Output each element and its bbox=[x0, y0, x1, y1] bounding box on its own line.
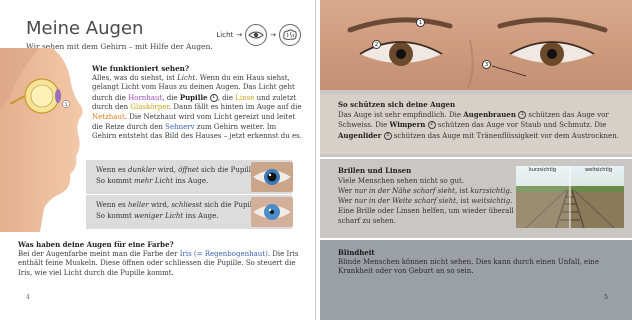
t: schützen das Auge vor Staub und Schmutz.… bbox=[435, 121, 607, 130]
term-wimpern: Wimpern bbox=[389, 120, 426, 130]
t: ins Auge. bbox=[173, 176, 209, 185]
how-paragraph: Alles, was du siehst, ist Licht. Wenn du… bbox=[92, 74, 302, 142]
t: Das Auge ist sehr empfindlich. Die bbox=[338, 110, 464, 119]
term-hornhaut: Hornhaut bbox=[128, 93, 163, 102]
t: , ist bbox=[454, 187, 471, 195]
t: nur in der Nähe scharf sieht bbox=[354, 187, 455, 195]
how-heading: Wie funktioniert sehen? bbox=[92, 64, 190, 73]
term-licht: Licht bbox=[177, 73, 196, 82]
right-page: 1 2 3 So schützen sich deine Augen Das A… bbox=[320, 0, 632, 320]
t: schliesst bbox=[171, 201, 202, 209]
term-netzhaut: Netzhaut bbox=[92, 112, 125, 121]
eye-icon bbox=[245, 24, 268, 46]
glasses-line-3: Wer nur in der Weite scharf sieht, ist w… bbox=[338, 196, 514, 206]
svg-text:1: 1 bbox=[65, 102, 68, 108]
t: schützen das Auge mit Tränenflüssigkeit … bbox=[391, 131, 619, 140]
marker-1-icon: 1 bbox=[518, 110, 527, 119]
page-number-left: 4 bbox=[26, 294, 30, 301]
marker-2-icon: 2 bbox=[372, 40, 381, 49]
t: heller bbox=[127, 201, 149, 209]
t: . bbox=[509, 187, 513, 195]
t: Wer bbox=[338, 197, 355, 205]
eye-color-section: Was haben deine Augen für eine Farbe? Be… bbox=[18, 240, 304, 278]
marker-2-icon: 2 bbox=[427, 121, 436, 130]
marker-1-icon: 1 bbox=[209, 93, 218, 102]
iris-heading: Was haben deine Augen für eine Farbe? bbox=[18, 240, 174, 249]
term-pupille: Pupille bbox=[179, 92, 208, 102]
railway-tracks-photo bbox=[516, 166, 624, 228]
farsighted-label: weitsichtig bbox=[585, 167, 612, 173]
constricted-pupil-photo bbox=[251, 197, 293, 227]
iris-text-1: Bei der Augenfarbe meint man die Farbe d… bbox=[18, 249, 180, 258]
t: Wenn es bbox=[96, 166, 128, 174]
t: ins Auge. bbox=[183, 211, 219, 220]
glasses-line-4: Eine Brille oder Linsen helfen, um wiede… bbox=[338, 207, 514, 225]
nearsighted-label: kurzsichtig bbox=[528, 167, 556, 173]
t: wird, bbox=[155, 166, 179, 174]
blind-heading: Blindheit bbox=[338, 248, 375, 257]
light-label: Licht bbox=[216, 31, 234, 39]
protect-paragraph: Das Auge ist sehr empfindlich. Die Augen… bbox=[338, 110, 628, 142]
blindness-section: Blindheit Blinde Menschen können nicht s… bbox=[338, 248, 624, 277]
dilated-pupil-photo bbox=[251, 162, 293, 192]
glasses-line-1: Viele Menschen sehen nicht so gut. bbox=[338, 177, 465, 185]
iris-paragraph: Bei der Augenfarbe meint man die Farbe d… bbox=[18, 250, 304, 279]
t: weniger Licht bbox=[134, 211, 184, 220]
t: mehr Licht bbox=[134, 176, 174, 185]
t: , ist bbox=[455, 197, 472, 205]
t: So kommt bbox=[96, 176, 135, 185]
t: . bbox=[510, 197, 513, 205]
term-kurzsichtig: kurzsichtig bbox=[470, 187, 510, 195]
marker-1-icon: 1 bbox=[416, 18, 425, 27]
eyes-closeup-photo bbox=[320, 0, 632, 90]
t: öffnet bbox=[178, 166, 199, 174]
t: nur in der Weite scharf sieht bbox=[354, 197, 456, 205]
term-augenbrauen: Augenbrauen bbox=[463, 109, 516, 119]
left-page: Meine Augen Wir sehen mit dem Gehirn – m… bbox=[0, 0, 316, 320]
marker-3-icon: 3 bbox=[383, 131, 392, 140]
page-title: Meine Augen bbox=[26, 18, 144, 39]
term-sehnerv: Sehnerv bbox=[165, 122, 195, 131]
protect-heading: So schützen sich deine Augen bbox=[338, 100, 456, 109]
t: sich die Pupille. bbox=[198, 166, 258, 174]
term-augenlider: Augenlider bbox=[338, 130, 382, 140]
how-text-4: , die bbox=[217, 93, 236, 102]
term-linse: Linse bbox=[235, 93, 255, 102]
page-number-right: 5 bbox=[604, 294, 608, 301]
book-spread: Meine Augen Wir sehen mit dem Gehirn – m… bbox=[0, 0, 632, 320]
marker-3-icon: 3 bbox=[482, 60, 491, 69]
head-profile-illustration: 1 bbox=[0, 48, 83, 232]
t: dunkler bbox=[127, 166, 156, 174]
blind-paragraph: Blinde Menschen können nicht sehen. Dies… bbox=[338, 257, 599, 276]
term-weitsichtig: weitsichtig bbox=[471, 197, 511, 205]
brain-icon bbox=[279, 24, 301, 46]
glasses-line-2: Wer nur in der Nähe scharf sieht, ist ku… bbox=[338, 186, 514, 196]
arrow-label: → bbox=[236, 31, 243, 39]
t: Wer bbox=[338, 187, 355, 195]
how-seeing-works-section: Wie funktioniert sehen? Alles, was du si… bbox=[92, 64, 302, 142]
t: So kommt bbox=[96, 211, 135, 220]
t: Wenn es bbox=[96, 201, 128, 209]
term-glaskoerper: Glaskörper bbox=[130, 103, 169, 112]
glasses-heading: Brillen und Linsen bbox=[338, 166, 412, 175]
t: wird, bbox=[148, 201, 172, 209]
eye-protection-section: So schützen sich deine Augen Das Auge is… bbox=[338, 100, 628, 141]
how-text-3: , die bbox=[162, 93, 180, 102]
how-text-6: . Dann fällt es hinten im Auge auf die bbox=[168, 103, 302, 112]
term-iris: Iris (= Regenbogenhaut) bbox=[179, 249, 268, 258]
light-to-brain-diagram: Licht → → bbox=[216, 24, 301, 46]
how-text-1: Alles, was du siehst, ist bbox=[92, 73, 178, 82]
arrow-label-2: → bbox=[270, 31, 276, 39]
glasses-section: Brillen und Linsen Viele Menschen sehen … bbox=[338, 166, 514, 226]
